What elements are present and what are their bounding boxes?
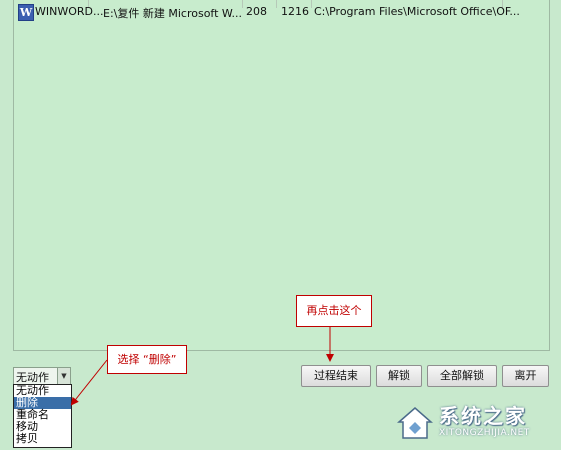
callout-click-again: 再点击这个 xyxy=(296,295,372,327)
watermark: 系统之家 XITONGZHIJIA.NET xyxy=(395,398,555,446)
watermark-name: 系统之家 xyxy=(439,404,527,428)
arrow-to-delete-option xyxy=(70,359,108,406)
callout-select-delete: 选择 “删除” xyxy=(107,345,187,374)
annotation-arrows xyxy=(70,327,334,406)
house-logo-icon xyxy=(397,407,433,439)
watermark-url: XITONGZHIJIA.NET xyxy=(439,428,530,438)
